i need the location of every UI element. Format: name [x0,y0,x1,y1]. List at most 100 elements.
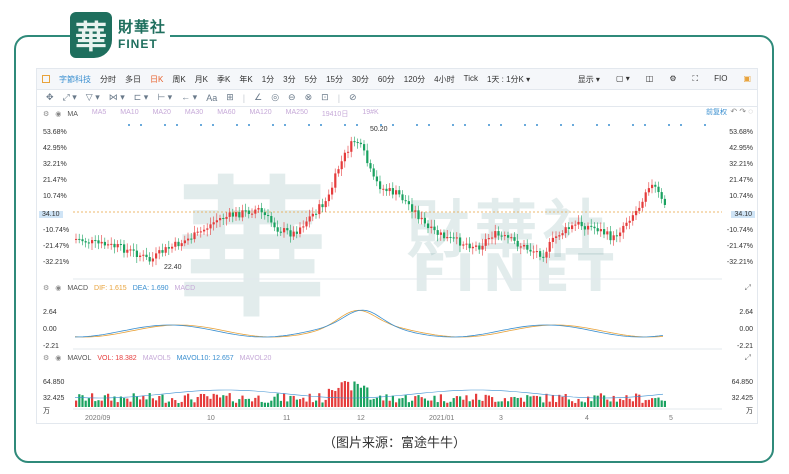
candle-body [439,232,442,235]
volume-bar [87,398,90,407]
candle-body [491,237,494,239]
candle-body [356,142,359,144]
candle-body [590,225,593,227]
candle-body [177,241,180,247]
signal-dot [668,124,670,126]
volume-bar [523,401,526,407]
volume-bar [497,401,500,407]
volume-bar [174,400,177,407]
price-chart-svg [73,124,722,410]
candle-body [465,243,468,245]
volume-bar [510,397,513,407]
volume-bar [558,394,561,407]
candle-body [247,210,250,214]
candle-body [244,210,247,212]
candle-body [238,212,241,218]
candle-body [593,226,596,229]
candle-body [222,218,225,220]
candle-body [513,237,516,241]
candle-body [654,184,657,187]
volume-bar [561,396,564,407]
volume-bar [142,395,145,407]
candle-body [103,241,106,246]
signal-dot [272,124,274,126]
candle-body [468,243,471,249]
candle-body [545,251,548,258]
image-caption: （图片来源：富途牛牛） [322,436,466,451]
candle-body [126,249,129,253]
volume-bar [257,395,260,407]
signal-dot [392,124,394,126]
volume-bar [599,393,602,407]
candle-body [148,257,151,262]
candle-body [609,231,612,241]
candle-body [228,212,231,217]
candle-body [81,239,84,242]
volume-bar [564,393,567,407]
signal-dot [488,124,490,126]
volume-bar [593,395,596,407]
candle-body [187,238,190,241]
volume-bar [615,401,618,407]
volume-bar [270,400,273,407]
volume-bar [302,397,305,407]
volume-bar [187,393,190,407]
volume-bar [311,402,314,407]
volume-bar [231,401,234,407]
volume-bar [551,394,554,407]
volume-bar [151,398,154,407]
volume-bar [631,401,634,407]
signal-dot [344,124,346,126]
volume-bar [420,397,423,407]
finet-logo: 華 財華社 FINET [70,10,170,60]
candle-body [353,141,356,143]
candle-body [94,240,97,242]
volume-bar [542,402,545,407]
candle-body [516,240,519,247]
candle-body [603,229,606,235]
candle-body [558,235,561,237]
volume-bar [225,395,228,407]
candle-body [295,231,298,234]
candle-body [423,217,426,224]
candle-body [407,201,410,205]
candle-body [279,231,282,233]
candle-body [471,246,474,249]
candle-body [337,169,340,174]
candle-body [615,235,618,237]
volume-bar [654,398,657,407]
volume-bar [484,394,487,407]
candle-body [119,244,122,246]
volume-bar [347,381,350,407]
candle-body [158,250,161,254]
candle-body [321,204,324,208]
candle-body [193,232,196,240]
volume-bar [183,395,186,407]
candle-body [241,210,244,218]
candle-body [532,251,535,253]
candle-body [580,221,583,227]
volume-bar [475,393,478,407]
candle-body [379,181,382,190]
volume-bar [545,393,548,407]
volume-bar [209,398,212,407]
volume-bar [606,399,609,407]
candle-body [75,238,78,240]
volume-bar [161,394,164,407]
candle-body [382,188,385,190]
volume-bar [622,400,625,407]
candle-body [494,231,497,238]
volume-bar [404,395,407,407]
volume-bar [375,397,378,407]
candle-body [123,244,126,253]
candle-body [161,250,164,253]
candle-body [619,232,622,237]
volume-bar [228,393,231,407]
volume-bar [567,399,570,407]
candle-body [308,216,311,222]
volume-bar [644,400,647,407]
candle-body [299,227,302,234]
candle-body [209,224,212,229]
volume-bar [372,398,375,407]
candle-body [497,231,500,236]
